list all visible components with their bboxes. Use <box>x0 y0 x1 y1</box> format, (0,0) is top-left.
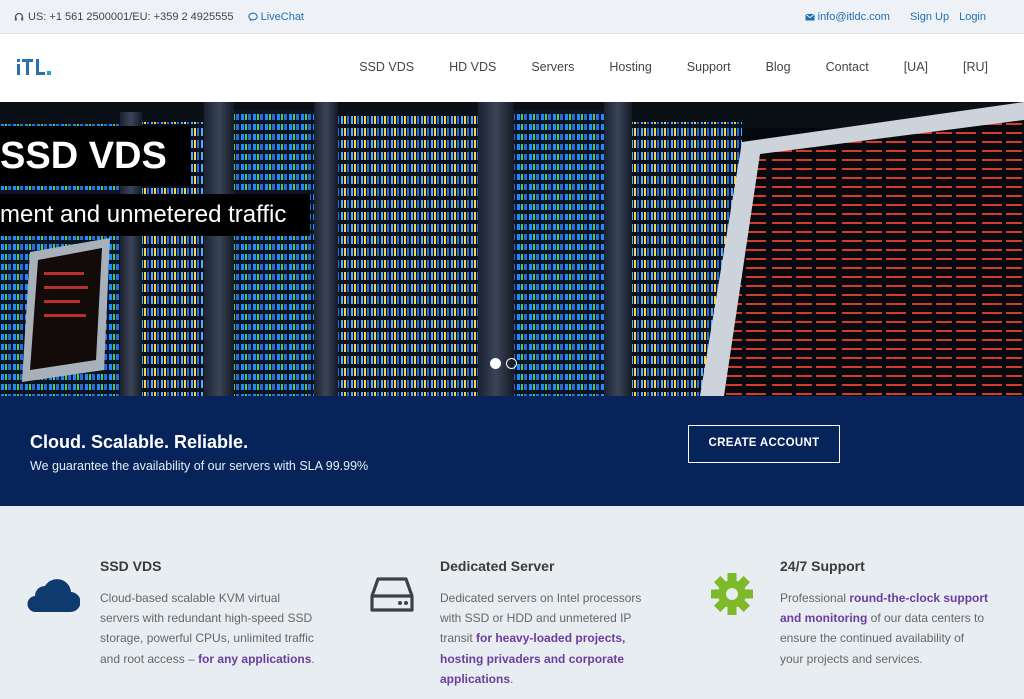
gear-icon <box>711 573 753 615</box>
itl-logo[interactable] <box>16 56 56 78</box>
headset-icon <box>14 12 24 21</box>
signup-link[interactable]: Sign Up <box>910 11 949 23</box>
banner-text: We guarantee the availability of our ser… <box>30 459 369 473</box>
login-link[interactable]: Login <box>959 11 986 23</box>
chat-bubble-icon <box>247 12 258 22</box>
nav-hosting[interactable]: Hosting <box>609 60 651 74</box>
feature-text-main: Professional <box>780 591 850 605</box>
feature-text: Professional round-the-clock support and… <box>780 588 990 669</box>
nav-lang-ru[interactable]: [RU] <box>963 60 988 74</box>
feature-title: 24/7 Support <box>780 558 865 574</box>
phone-numbers: US: +1 561 2500001/EU: +359 2 4925555 <box>28 11 234 23</box>
email-link[interactable]: info@itldc.com <box>805 11 890 23</box>
livechat-link[interactable]: LiveChat <box>247 11 304 23</box>
nav-blog[interactable]: Blog <box>766 60 791 74</box>
cloud-icon <box>27 579 80 613</box>
feature-title: SSD VDS <box>100 558 162 574</box>
feature-support: 24/7 Support Professional round-the-cloc… <box>710 506 1024 699</box>
feature-text-tail: . <box>311 651 315 666</box>
cta-banner: Cloud. Scalable. Reliable. We guarantee … <box>0 396 1024 506</box>
feature-highlight-link[interactable]: for any applications <box>198 652 311 666</box>
slider-dots <box>490 358 517 369</box>
email-label[interactable]: info@itldc.com <box>818 11 890 23</box>
account-links: info@itldc.com Sign Up Login <box>805 11 986 23</box>
nav-servers[interactable]: Servers <box>531 60 574 74</box>
contact-info: US: +1 561 2500001/EU: +359 2 4925555 Li… <box>14 11 304 23</box>
nav-lang-ua[interactable]: [UA] <box>904 60 928 74</box>
feature-text-tail: . <box>510 671 514 686</box>
nav-contact[interactable]: Contact <box>826 60 869 74</box>
feature-title: Dedicated Server <box>440 558 555 574</box>
hero-slider[interactable]: www. SSD VDS ment and unmetered traffic <box>0 102 1024 396</box>
main-nav: SSD VDS HD VDS Servers Hosting Support B… <box>359 60 988 74</box>
nav-support[interactable]: Support <box>687 60 731 74</box>
nav-hd-vds[interactable]: HD VDS <box>449 60 496 74</box>
livechat-label[interactable]: LiveChat <box>261 11 304 23</box>
feature-dedicated-server: Dedicated Server Dedicated servers on In… <box>370 506 700 699</box>
feature-text: Dedicated servers on Intel processors wi… <box>440 588 660 689</box>
hard-drive-icon <box>370 577 414 612</box>
top-bar: US: +1 561 2500001/EU: +359 2 4925555 Li… <box>0 0 1024 34</box>
slider-dot-2[interactable] <box>506 358 517 369</box>
slide-title: SSD VDS <box>0 126 191 186</box>
nav-ssd-vds[interactable]: SSD VDS <box>359 60 414 74</box>
create-account-button[interactable]: CREATE ACCOUNT <box>688 425 840 463</box>
site-header: SSD VDS HD VDS Servers Hosting Support B… <box>0 34 1024 102</box>
banner-heading: Cloud. Scalable. Reliable. <box>30 432 249 452</box>
features-section: SSD VDS Cloud-based scalable KVM virtual… <box>0 506 1024 699</box>
feature-text: Cloud-based scalable KVM virtual servers… <box>100 588 320 669</box>
slide-subtitle: ment and unmetered traffic <box>0 194 311 236</box>
feature-ssd-vds: SSD VDS Cloud-based scalable KVM virtual… <box>24 506 354 699</box>
slider-dot-1[interactable] <box>490 358 501 369</box>
envelope-icon <box>805 14 815 21</box>
